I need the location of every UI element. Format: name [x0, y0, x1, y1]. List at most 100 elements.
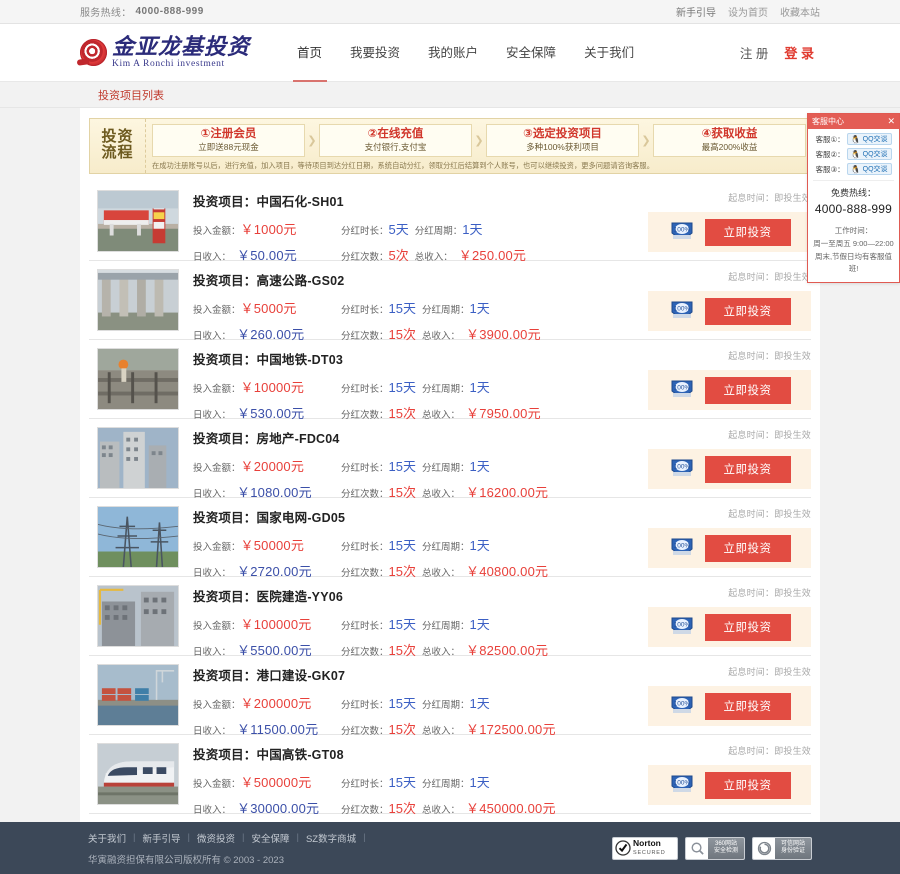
site-footer: 关于我们 | 新手引导 | 微资投资 | 安全保障 | SZ数字商城 | 华寅融…: [0, 822, 900, 874]
project-title: 投资项目：中国石化-SH01: [193, 191, 648, 210]
project-title-prefix: 投资项目：: [193, 353, 257, 367]
start-time-text: 起息时间：即投生效: [728, 272, 811, 282]
guarantee-shield-icon: 100%: [669, 616, 695, 638]
footer-link-micro-invest[interactable]: 微资投资: [197, 831, 235, 845]
project-title: 投资项目：房地产-FDC04: [193, 428, 648, 447]
qq-chat-button-3[interactable]: 🐧 QQ交谈: [846, 163, 892, 175]
project-title: 投资项目：国家电网-GD05: [193, 507, 648, 526]
trusted-badge-name: 可信网站: [780, 840, 805, 847]
project-title: 投资项目：高速公路-GS02: [193, 270, 648, 289]
main-navigation: 首页 我要投资 我的账户 安全保障 关于我们: [283, 24, 648, 82]
duration-label: 分红时长：: [341, 226, 389, 237]
footer-link-about[interactable]: 关于我们: [88, 831, 126, 845]
logo-spiral-icon: [80, 39, 107, 66]
period-value: 1天: [469, 696, 490, 711]
divider: [813, 180, 894, 181]
flow-arrow-icon: ❯: [641, 134, 651, 147]
project-thumbnail: [97, 664, 179, 726]
flow-step-earn[interactable]: ④获取收益 最高200%收益: [653, 123, 806, 157]
invest-now-button[interactable]: 立即投资: [704, 376, 791, 404]
flow-title-line1: 投资: [101, 129, 134, 146]
project-thumbnail: [97, 190, 179, 252]
magnifier-icon: [686, 841, 708, 856]
project-thumbnail: [97, 269, 179, 331]
project-name: 中国石化-SH01: [256, 195, 344, 209]
flow-step-title: ③选定投资项目: [523, 128, 602, 141]
hotline-label: 免费热线：: [830, 188, 876, 198]
duration-value: 15天: [388, 380, 416, 395]
trusted-site-badge: 可信网站 身份验证: [752, 836, 812, 860]
footer-links: 关于我们 | 新手引导 | 微资投资 | 安全保障 | SZ数字商城 |: [88, 831, 366, 845]
norton-badge-name: Norton: [633, 838, 661, 849]
close-icon[interactable]: ✕: [887, 117, 895, 126]
footer-separator: |: [296, 832, 299, 843]
duration-label: 分红时长：: [341, 542, 389, 553]
project-item: 投资项目：高速公路-GS02 投入金额： ￥5000元 分红时长： 15天 分红…: [89, 261, 811, 342]
project-item: 投资项目：房地产-FDC04 投入金额： ￥20000元 分红时长： 15天 分…: [89, 419, 811, 500]
period-value: 1天: [462, 222, 483, 237]
invest-now-button[interactable]: 立即投资: [704, 771, 791, 799]
top-link-set-homepage[interactable]: 设为首页: [728, 4, 768, 19]
nav-item-home[interactable]: 首页: [283, 24, 336, 82]
register-button[interactable]: 注 册: [740, 43, 768, 62]
duration-label: 分红时长：: [341, 700, 389, 711]
invest-now-button[interactable]: 立即投资: [704, 297, 791, 325]
nav-item-account[interactable]: 我的账户: [414, 24, 492, 82]
project-item: 投资项目：医院建造-YY06 投入金额： ￥100000元 分红时长： 15天 …: [89, 577, 811, 658]
footer-link-guide[interactable]: 新手引导: [142, 831, 180, 845]
site-header: 金亚龙基投资 Kim A Ronchi investment 首页 我要投资 我…: [0, 24, 900, 82]
times-label: 分红次数：: [341, 805, 389, 816]
service-agent-label: 客服②：: [815, 149, 845, 159]
duration-value: 5天: [388, 222, 409, 237]
invest-action-area: 100% 立即投资: [648, 686, 811, 726]
amount-label: 投入金额：: [193, 700, 241, 711]
qq-chat-button-1[interactable]: 🐧 QQ交谈: [846, 133, 892, 145]
site-logo[interactable]: 金亚龙基投资 Kim A Ronchi investment: [80, 35, 265, 70]
start-time-text: 起息时间：即投生效: [728, 667, 811, 677]
qq-chat-button-2[interactable]: 🐧 QQ交谈: [846, 148, 892, 160]
duration-value: 15天: [388, 459, 416, 474]
project-thumbnail: [97, 585, 179, 647]
project-name: 中国地铁-DT03: [256, 353, 344, 367]
duration-value: 15天: [388, 538, 416, 553]
project-item: 投资项目：中国高铁-GT08 投入金额： ￥500000元 分红时长： 15天 …: [89, 735, 811, 816]
invest-action-area: 100% 立即投资: [648, 212, 811, 252]
total-income-value: ￥450000.00元: [466, 801, 556, 816]
svg-text:100%: 100%: [673, 464, 690, 471]
invest-now-button[interactable]: 立即投资: [704, 613, 791, 641]
project-item: 投资项目：国家电网-GD05 投入金额： ￥50000元 分红时长： 15天 分…: [89, 498, 811, 579]
invest-now-button[interactable]: 立即投资: [704, 455, 791, 483]
flow-step-recharge[interactable]: ②在线充值 支付银行,支付宝: [319, 123, 472, 157]
flow-step-register[interactable]: ①注册会员 立即送88元现金: [152, 123, 305, 157]
period-label: 分红周期：: [421, 542, 470, 553]
invest-now-button[interactable]: 立即投资: [704, 218, 791, 246]
trust-badges: Norton SECURED 360网站 安全检测 可信网站 身份验证: [612, 836, 812, 860]
worktime-weekday: 周一至周五 9:00—22:00: [813, 238, 894, 248]
invest-now-button[interactable]: 立即投资: [704, 692, 791, 720]
norton-badge-sub: SECURED: [633, 850, 666, 857]
footer-link-security[interactable]: 安全保障: [251, 831, 289, 845]
total-income-label: 总收入：: [421, 805, 460, 816]
project-name: 高速公路-GS02: [256, 274, 345, 288]
service-hotline-label: 服务热线：: [80, 8, 132, 19]
amount-value: ￥5000元: [240, 301, 297, 316]
period-value: 1天: [469, 538, 490, 553]
footer-link-sz-mall[interactable]: SZ数字商城: [306, 831, 356, 845]
norton-secured-badge: Norton SECURED: [612, 836, 678, 860]
period-label: 分红周期：: [421, 700, 470, 711]
duration-value: 15天: [388, 775, 416, 790]
period-label: 分红周期：: [421, 779, 470, 790]
nav-item-about[interactable]: 关于我们: [570, 24, 648, 82]
flow-arrow-icon: ❯: [474, 134, 484, 147]
flow-step-select-project[interactable]: ③选定投资项目 多种100%获利项目: [486, 123, 639, 157]
footer-separator: |: [241, 832, 245, 843]
service-agent-row: 客服②： 🐧 QQ交谈: [811, 148, 896, 160]
login-button[interactable]: 登 录: [784, 43, 814, 62]
invest-now-button[interactable]: 立即投资: [704, 534, 791, 562]
top-link-newbie-guide[interactable]: 新手引导: [676, 4, 716, 19]
nav-item-invest[interactable]: 我要投资: [336, 24, 414, 82]
nav-item-security[interactable]: 安全保障: [492, 24, 570, 82]
amount-value: ￥10000元: [240, 380, 305, 395]
top-link-bookmark[interactable]: 收藏本站: [780, 4, 820, 19]
invest-action-area: 100% 立即投资: [648, 449, 811, 489]
